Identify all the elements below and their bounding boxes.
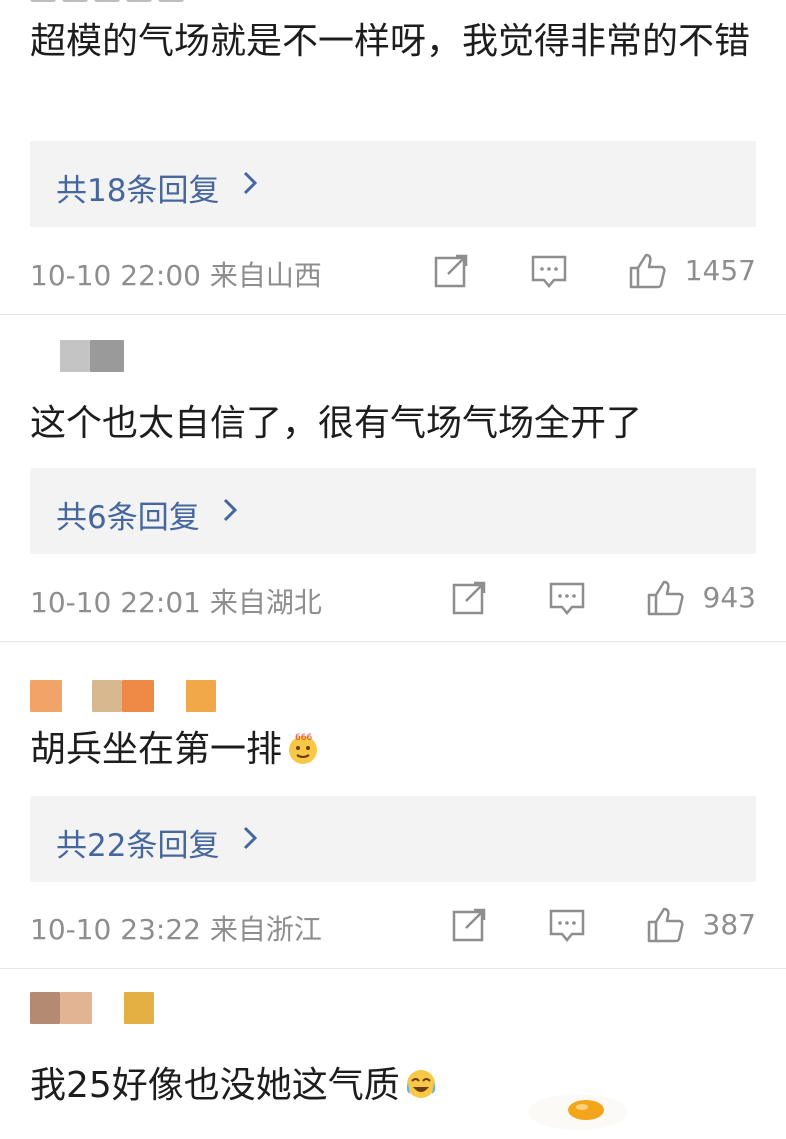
blurred-username xyxy=(30,992,230,1026)
comment-meta-bar: 10-10 23:22 来自浙江 387 xyxy=(30,906,756,950)
fried-egg-sticker xyxy=(528,1094,628,1130)
thumbs-up-icon[interactable] xyxy=(628,252,666,290)
comment-icon[interactable] xyxy=(548,906,586,944)
comment-timestamp: 10-10 23:22 来自浙江 xyxy=(30,913,322,946)
comment-meta-bar: 10-10 22:01 来自湖北 943 xyxy=(30,579,756,623)
reply-count-label: 共6条回复 xyxy=(56,500,200,536)
comment-text: 这个也太自信了，很有气场气场全开了 xyxy=(30,403,643,444)
laugh-cry-emoji-icon xyxy=(406,1070,435,1098)
reply-thread-button[interactable]: 共18条回复 xyxy=(30,141,756,227)
reply-count-label: 共22条回复 xyxy=(56,828,220,864)
comment-text: 我25好像也没她这气质 xyxy=(30,1058,750,1114)
reply-count-label: 共18条回复 xyxy=(56,173,220,209)
comment-icon[interactable] xyxy=(530,252,568,290)
blurred-username xyxy=(30,680,230,714)
divider xyxy=(0,641,786,642)
blurred-username xyxy=(30,340,230,374)
comment-meta-bar: 10-10 22:00 来自山西 1457 xyxy=(30,252,756,296)
reply-thread-button[interactable]: 共22条回复 xyxy=(30,796,756,882)
like-count: 1457 xyxy=(684,254,756,287)
thumbs-up-icon[interactable] xyxy=(646,906,684,944)
comment-icon[interactable] xyxy=(548,579,586,617)
like-count: 943 xyxy=(702,581,756,614)
divider xyxy=(0,314,786,315)
reply-thread-button[interactable]: 共6条回复 xyxy=(30,468,756,554)
chevron-right-icon xyxy=(223,498,238,522)
share-icon[interactable] xyxy=(450,579,488,617)
share-icon[interactable] xyxy=(450,906,488,944)
share-icon[interactable] xyxy=(432,252,470,290)
chevron-right-icon xyxy=(243,826,258,850)
svg-text:666: 666 xyxy=(295,733,312,743)
cut-off-previous-text xyxy=(30,0,250,4)
chevron-right-icon xyxy=(243,171,258,195)
comment-timestamp: 10-10 22:01 来自湖北 xyxy=(30,586,322,619)
comment-text: 胡兵坐在第一排 666 xyxy=(30,722,750,778)
divider xyxy=(0,968,786,969)
comment-timestamp: 10-10 22:00 来自山西 xyxy=(30,259,322,292)
thumbs-up-icon[interactable] xyxy=(646,579,684,617)
emoji-666-icon: 666 xyxy=(289,733,318,764)
like-count: 387 xyxy=(702,908,756,941)
comment-text: 超模的气场就是不一样呀，我觉得非常的不错 xyxy=(30,21,751,62)
